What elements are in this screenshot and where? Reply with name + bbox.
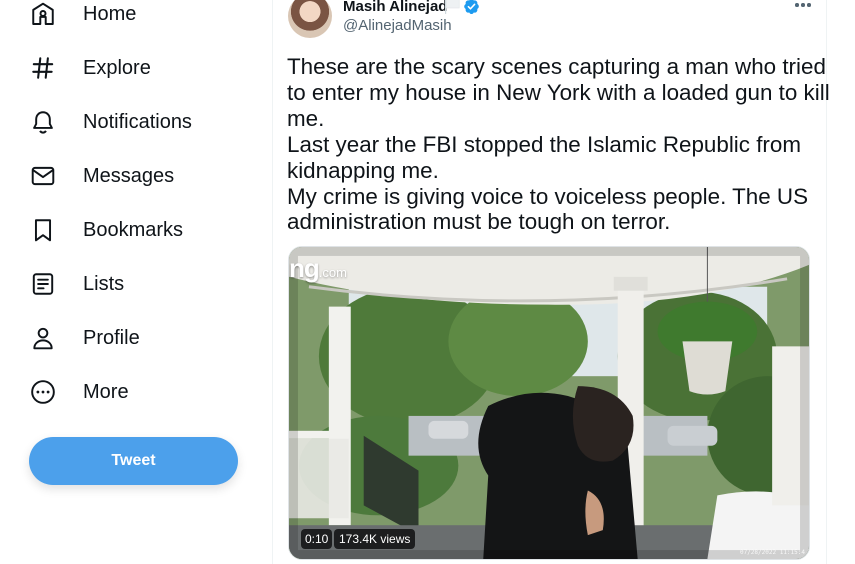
avatar[interactable] <box>288 0 332 38</box>
video-duration: 0:10 <box>301 529 333 549</box>
sidebar-item-more[interactable]: More <box>30 372 129 412</box>
sidebar-item-label: Profile <box>83 326 140 349</box>
author-handle[interactable]: @AlinejadMasih <box>343 17 452 34</box>
column-divider <box>272 0 273 564</box>
more-circle-icon <box>30 379 74 405</box>
author-name[interactable]: Masih Alinejad <box>343 0 447 15</box>
list-icon <box>30 271 74 297</box>
tweet-text: These are the scary scenes capturing a m… <box>287 54 830 235</box>
ring-watermark: ng.com <box>289 253 347 284</box>
sidebar: Home Explore Notifications Messages Book… <box>0 0 272 564</box>
video-timestamp: 07/28/2022 11:15:4 <box>739 549 805 556</box>
tweet-text-line: My crime is giving voice to voiceless pe… <box>287 183 809 209</box>
sidebar-item-profile[interactable]: Profile <box>30 318 140 358</box>
video-frame <box>289 247 809 559</box>
sidebar-item-label: Messages <box>83 164 175 187</box>
bell-icon <box>30 109 74 135</box>
watermark-text: ng <box>289 253 320 283</box>
sidebar-item-home[interactable]: Home <box>30 0 136 34</box>
tweet-button[interactable]: Tweet <box>29 437 238 485</box>
tweet-text-line: kidnapping me. <box>287 157 439 183</box>
sidebar-item-label: Bookmarks <box>83 218 184 241</box>
hashtag-icon <box>30 55 74 81</box>
sidebar-item-explore[interactable]: Explore <box>30 48 151 88</box>
tweet-text-line: to enter my house in New York with a loa… <box>287 79 830 105</box>
home-icon <box>30 1 74 27</box>
tweet-text-line: Last year the FBI stopped the Islamic Re… <box>287 131 801 157</box>
video-player[interactable]: ng.com 0:10 173.4K views 07/28/2022 11:1… <box>288 246 810 560</box>
tweet-text-line: administration must be tough on terror. <box>287 209 671 235</box>
sidebar-item-label: More <box>83 380 129 403</box>
envelope-icon <box>30 163 74 189</box>
tweet-text-line: These are the scary scenes capturing a m… <box>287 54 826 79</box>
sidebar-item-notifications[interactable]: Notifications <box>30 102 192 142</box>
sidebar-item-label: Notifications <box>83 110 192 133</box>
flag-icon <box>445 0 460 14</box>
sidebar-item-lists[interactable]: Lists <box>30 264 124 304</box>
sidebar-item-label: Home <box>83 2 137 25</box>
tweet-text-line: me. <box>287 105 325 131</box>
sidebar-item-messages[interactable]: Messages <box>30 156 174 196</box>
watermark-suffix: .com <box>318 265 347 280</box>
sidebar-item-bookmarks[interactable]: Bookmarks <box>30 210 183 250</box>
more-options-icon[interactable] <box>792 0 814 14</box>
sidebar-item-label: Explore <box>83 56 151 79</box>
sidebar-item-label: Lists <box>83 272 125 295</box>
video-views: 173.4K views <box>334 529 416 549</box>
person-icon <box>30 325 74 351</box>
verified-badge-icon <box>464 0 479 15</box>
bookmark-icon <box>30 217 74 243</box>
